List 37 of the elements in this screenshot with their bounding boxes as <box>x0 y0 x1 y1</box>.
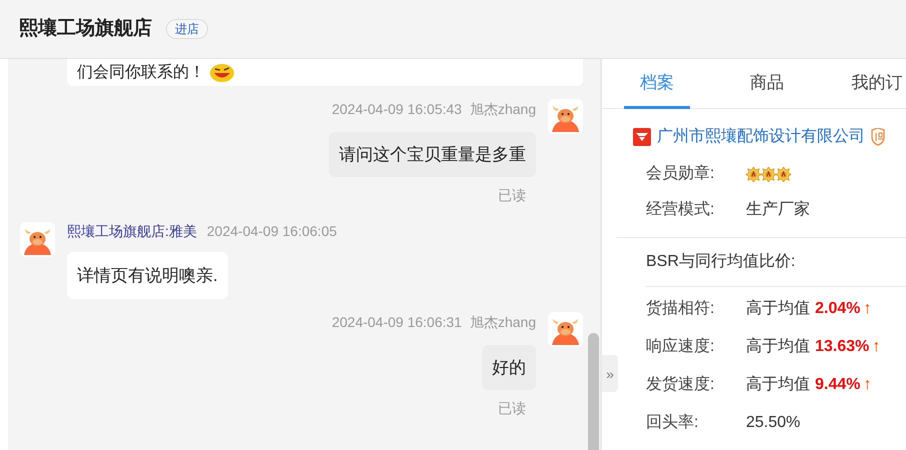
stat-delta: 9.44% <box>815 374 860 394</box>
stat-value: 高于均值 <box>746 298 810 318</box>
field-label: 经营模式: <box>646 200 716 220</box>
profile-tab[interactable]: 商品 <box>712 59 822 108</box>
message-bubble: 详情页有说明噢亲. <box>67 252 228 299</box>
enter-shop-button[interactable]: 进店 <box>166 19 208 39</box>
message-bubble: 好的 <box>482 345 536 390</box>
sender-name: 熙壤工场旗舰店:雅美 <box>67 222 197 240</box>
bsr-heading: BSR与同行均值比价: <box>646 238 906 287</box>
profile-tab[interactable]: 档案 <box>602 59 712 108</box>
stat-label: 回头率: <box>646 412 700 432</box>
stat-label: 货描相符: <box>646 298 716 318</box>
sender-name: 旭杰zhang <box>470 100 536 119</box>
up-arrow: ↑ <box>872 336 880 356</box>
up-arrow: ↑ <box>863 298 872 318</box>
message-bubble: 们会同你联系的！ <box>67 59 583 86</box>
stat-label: 发货速度: <box>646 374 716 394</box>
profile-tab[interactable]: 我的订 <box>822 59 906 108</box>
message-time: 2024-04-09 16:06:31 <box>332 312 462 332</box>
read-receipt: 已读 <box>498 399 526 418</box>
field-label: 会员勋章: <box>646 164 716 184</box>
field-value: 生产厂家 <box>746 200 810 220</box>
sender-name: 旭杰zhang <box>470 312 536 332</box>
collapse-button[interactable]: » <box>602 355 618 392</box>
stat-delta: 13.63% <box>815 336 870 356</box>
message-time: 2024-04-09 16:05:43 <box>332 100 462 118</box>
shop-title: 熙壤工场旗舰店 <box>19 16 152 41</box>
up-arrow: ↑ <box>863 374 872 394</box>
stat-label: 响应速度: <box>646 336 716 356</box>
stat-value: 25.50% <box>746 412 800 432</box>
stat-delta: 2.04% <box>815 298 860 318</box>
company-link[interactable]: 广州市熙壤配饰设计有限公司 <box>657 125 865 149</box>
stat-value: 高于均值 <box>746 336 810 356</box>
message-bubble: 请问这个宝贝重量是多重 <box>329 132 536 177</box>
read-receipt: 已读 <box>498 186 526 205</box>
message-time: 2024-04-09 16:06:05 <box>206 222 337 240</box>
stat-value: 高于均值 <box>746 374 810 394</box>
